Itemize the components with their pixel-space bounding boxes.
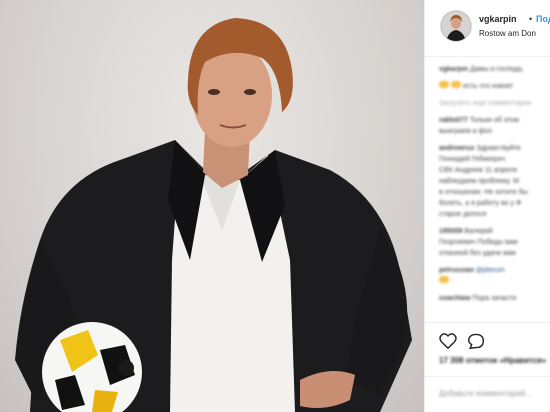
emoji-icon bbox=[439, 81, 449, 88]
emoji-icon bbox=[451, 81, 461, 88]
list-item: vgkarpin Дамы и господа, bbox=[439, 66, 524, 73]
post-header: vgkarpin • Подп Rostow am Don bbox=[425, 0, 550, 57]
list-item: есть что новое! bbox=[439, 81, 550, 92]
heart-icon[interactable] bbox=[439, 333, 457, 354]
post-side-panel: vgkarpin • Подп Rostow am Don vgkarpin Д… bbox=[424, 0, 550, 412]
list-item: 195009 Валерий Георгиевич Победы вам отказ… bbox=[439, 228, 518, 257]
load-more-comments[interactable]: Загрузить еще комментарии bbox=[439, 98, 550, 109]
comment-composer: Добавьте комментарий... bbox=[425, 376, 550, 412]
avatar-image bbox=[441, 11, 471, 41]
list-item: rablo077 Тольки об этом выиграем и фол bbox=[439, 117, 519, 135]
location-link[interactable]: Rostow am Don bbox=[479, 29, 536, 38]
emoji-icon bbox=[439, 276, 449, 283]
comment-icon[interactable] bbox=[467, 333, 485, 354]
separator-dot: • bbox=[529, 14, 533, 24]
username-link[interactable]: vgkarpin bbox=[479, 14, 517, 24]
avatar[interactable] bbox=[441, 11, 471, 41]
likes-count[interactable]: 17 308 отметок «Нравится» bbox=[439, 356, 546, 365]
comments-list: vgkarpin Дамы и господа, есть что новое!… bbox=[439, 64, 550, 310]
post-photo[interactable] bbox=[0, 0, 424, 412]
list-item: pelrussian @pforum bbox=[439, 265, 550, 287]
man-with-football-photo bbox=[15, 18, 412, 412]
list-item: andrewrus Здравствуйте Геннадий Гебикерич… bbox=[439, 145, 528, 218]
add-comment-input[interactable]: Добавьте комментарий... bbox=[439, 389, 532, 398]
list-item: coachlaw Пора зачасти bbox=[439, 295, 517, 302]
follow-button[interactable]: Подп bbox=[536, 14, 550, 24]
